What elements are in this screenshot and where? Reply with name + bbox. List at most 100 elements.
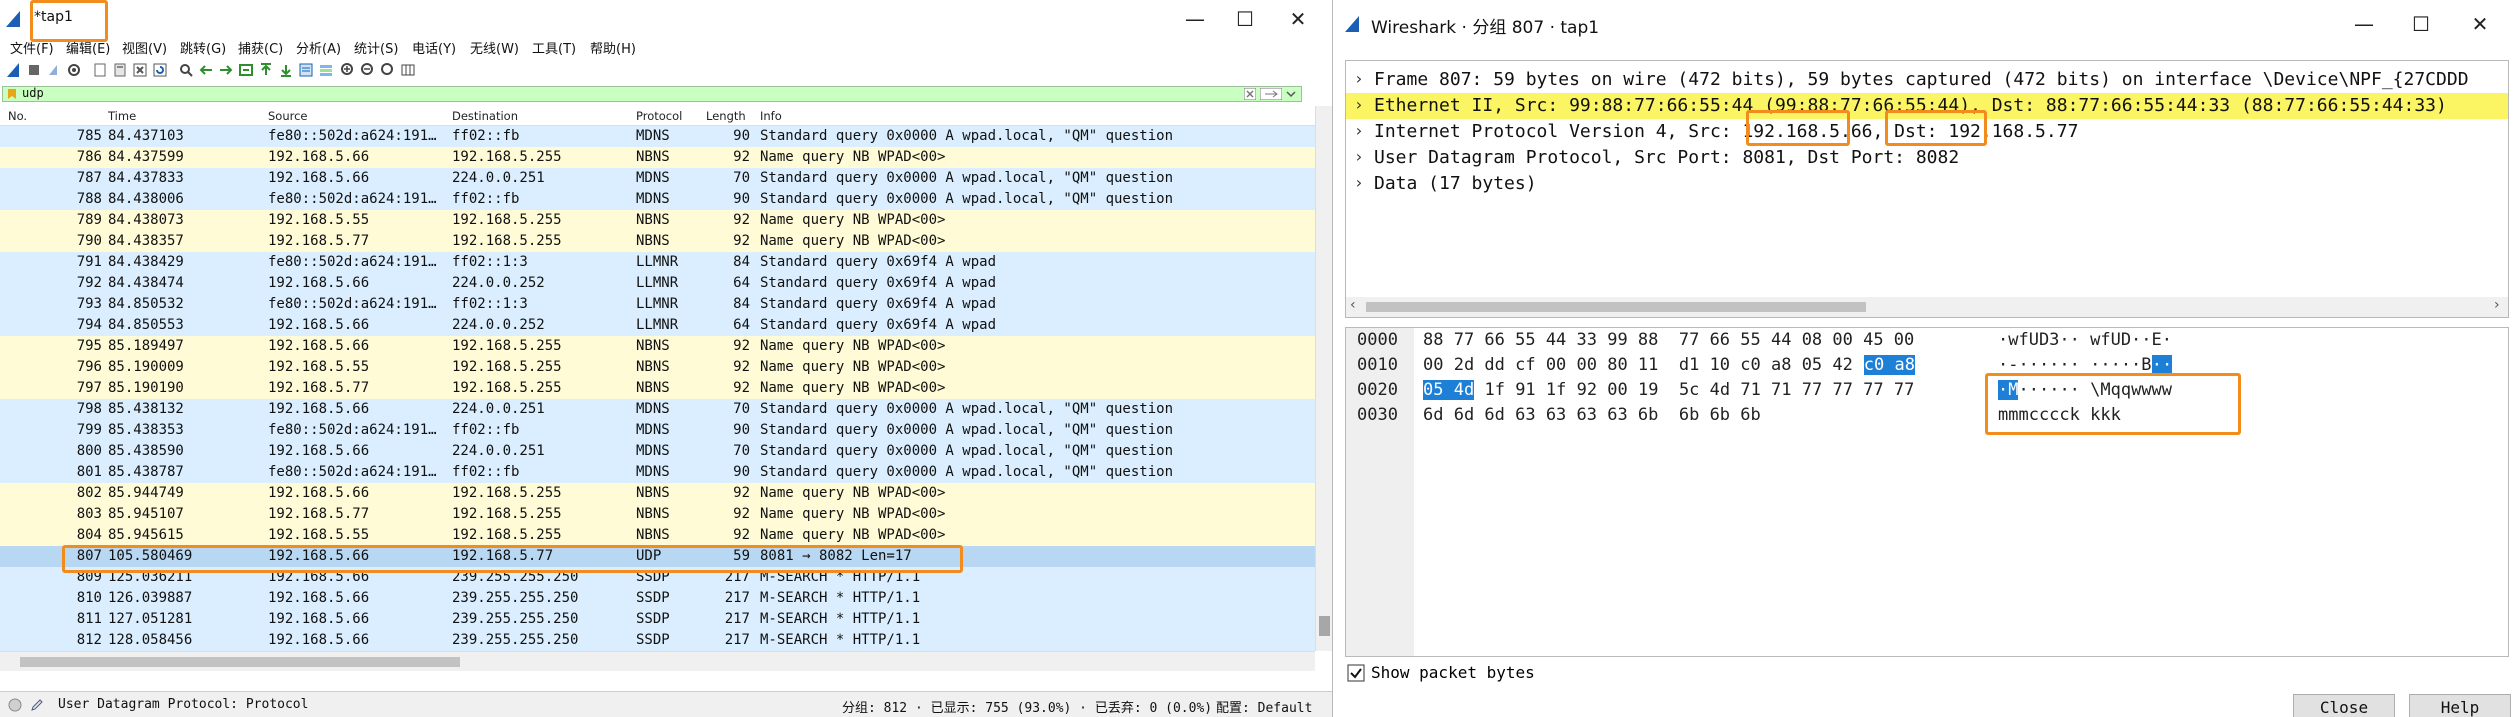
table-row[interactable]: 796 85.190009 192.168.5.55 192.168.5.255 NBN… [0,357,1315,378]
reload-file-icon[interactable] [152,62,168,78]
menu-tools[interactable]: 工具(T) [532,38,576,57]
apply-filter-icon[interactable] [1260,88,1282,100]
edit-comment-icon[interactable] [30,698,44,712]
minimize-button[interactable]: — [1170,0,1220,38]
col-time[interactable]: Time [108,109,136,123]
zoom-out-icon[interactable] [360,62,376,78]
table-row[interactable]: 794 84.850553 192.168.5.66 224.0.0.252 LLMNR… [0,315,1315,336]
menu-help[interactable]: 帮助(H) [590,38,636,57]
table-row[interactable]: 793 84.850532 fe80::502d:a624:191… ff02::1:… [0,294,1315,315]
hscroll-thumb[interactable] [20,657,460,667]
hex-bytes[interactable]: 00 2d dd cf 00 00 80 11 d1 10 c0 a8 05 4… [1423,355,1863,375]
hex-bytes[interactable]: 1f 91 1f 92 00 19 5c 4d 71 71 77 77 77 7… [1474,380,1914,400]
col-destination[interactable]: Destination [452,109,518,123]
details-hscroll[interactable]: ‹ › [1346,297,2508,317]
table-row[interactable]: 792 84.438474 192.168.5.66 224.0.0.252 LLMNR… [0,273,1315,294]
col-length[interactable]: Length [706,109,746,123]
capture-options-icon[interactable] [66,62,82,78]
menu-file[interactable]: 文件(F) [10,38,54,57]
menu-telephony[interactable]: 电话(Y) [412,38,456,57]
open-file-icon[interactable] [92,62,108,78]
table-row[interactable]: 811 127.051281 192.168.5.66 239.255.255.250… [0,609,1315,630]
stop-capture-icon[interactable] [26,62,42,78]
find-packet-icon[interactable] [178,62,194,78]
table-row[interactable]: 812 128.058456 192.168.5.66 239.255.255.250… [0,630,1315,651]
tree-item[interactable]: › Data (17 bytes) [1346,171,2508,197]
hex-bytes-selected[interactable]: 05 4d [1423,380,1475,400]
zoom-in-icon[interactable] [340,62,356,78]
colorize-icon[interactable] [318,62,334,78]
table-row[interactable]: 790 84.438357 192.168.5.77 192.168.5.255 NBN… [0,231,1315,252]
expand-arrow-icon[interactable]: › [1354,147,1364,166]
ascii-bytes-selected[interactable]: ·· [2151,355,2173,375]
status-profile[interactable]: 配置: Default [1216,697,1312,716]
go-back-icon[interactable] [198,62,214,78]
col-source[interactable]: Source [268,109,308,123]
menu-wireless[interactable]: 无线(W) [470,38,519,57]
col-no[interactable]: No. [8,109,27,123]
first-packet-icon[interactable] [258,62,274,78]
menu-go[interactable]: 跳转(G) [180,38,226,57]
table-row[interactable]: 803 85.945107 192.168.5.77 192.168.5.255 NBN… [0,504,1315,525]
display-filter-input[interactable] [2,86,1302,102]
packet-list-vscroll[interactable] [1315,106,1332,651]
ascii-bytes[interactable]: ·-······ ·····B [1998,355,2152,375]
go-to-packet-icon[interactable] [238,62,254,78]
vscroll-thumb[interactable] [1319,616,1330,636]
table-row[interactable]: 785 84.437103 fe80::502d:a624:191… ff02::fb… [0,126,1315,147]
table-row[interactable]: 786 84.437599 192.168.5.66 192.168.5.255 NBN… [0,147,1315,168]
table-row[interactable]: 804 85.945615 192.168.5.55 192.168.5.255 NBN… [0,525,1315,546]
col-protocol[interactable]: Protocol [636,109,682,123]
restart-capture-icon[interactable] [46,62,62,78]
maximize-button[interactable]: ☐ [1220,0,1270,38]
minimize-button[interactable]: — [2339,5,2389,43]
hex-bytes-selected[interactable]: c0 a8 [1863,355,1915,375]
menu-view[interactable]: 视图(V) [122,38,167,57]
packet-list-hscroll[interactable] [0,651,1315,671]
start-capture-icon[interactable] [6,62,22,78]
ascii-bytes[interactable]: ·wfUD3·· wfUD··E· [1998,330,2172,350]
table-row[interactable]: 801 85.438787 fe80::502d:a624:191… ff02::fb… [0,462,1315,483]
table-row[interactable]: 791 84.438429 fe80::502d:a624:191… ff02::1:… [0,252,1315,273]
table-row[interactable]: 799 85.438353 fe80::502d:a624:191… ff02::fb… [0,420,1315,441]
filter-dropdown-icon[interactable] [1284,88,1298,100]
hex-bytes[interactable]: 6d 6d 6d 63 63 63 63 6b 6b 6b 6b [1423,405,1761,425]
bookmark-icon[interactable] [6,88,18,100]
expand-arrow-icon[interactable]: › [1354,173,1364,192]
menu-edit[interactable]: 编辑(E) [66,38,110,57]
table-row[interactable]: 800 85.438590 192.168.5.66 224.0.0.251 MDNS 7… [0,441,1315,462]
expand-arrow-icon[interactable]: › [1354,95,1364,114]
expert-info-icon[interactable] [8,698,22,712]
close-button[interactable]: ✕ [2455,5,2505,43]
last-packet-icon[interactable] [278,62,294,78]
menu-statistics[interactable]: 统计(S) [354,38,398,57]
save-file-icon[interactable] [112,62,128,78]
table-row[interactable]: 798 85.438132 192.168.5.66 224.0.0.251 MDNS 7… [0,399,1315,420]
close-dialog-button[interactable]: Close [2293,694,2395,717]
go-forward-icon[interactable] [218,62,234,78]
normal-size-icon[interactable] [380,62,396,78]
expand-arrow-icon[interactable]: › [1354,69,1364,88]
scroll-right-icon[interactable]: › [2494,297,2500,313]
table-row[interactable]: 788 84.438006 fe80::502d:a624:191… ff02::fb… [0,189,1315,210]
help-button[interactable]: Help [2409,694,2511,717]
tree-item[interactable]: › Frame 807: 59 bytes on wire (472 bits),… [1346,67,2508,93]
col-info[interactable]: Info [760,109,782,123]
menu-analyze[interactable]: 分析(A) [296,38,341,57]
details-hscroll-thumb[interactable] [1366,302,1866,312]
close-file-icon[interactable] [132,62,148,78]
checkbox-checked-icon[interactable] [1347,664,1365,682]
resize-columns-icon[interactable] [400,62,416,78]
table-row[interactable]: 797 85.190190 192.168.5.77 192.168.5.255 NBN… [0,378,1315,399]
auto-scroll-icon[interactable] [298,62,314,78]
table-row[interactable]: 802 85.944749 192.168.5.66 192.168.5.255 NBN… [0,483,1315,504]
table-row[interactable]: 787 84.437833 192.168.5.66 224.0.0.251 MDNS 7… [0,168,1315,189]
close-button[interactable]: ✕ [1273,0,1323,38]
menu-capture[interactable]: 捕获(C) [238,38,283,57]
hex-bytes[interactable]: 88 77 66 55 44 33 99 88 77 66 55 44 08 0… [1423,330,1914,350]
tree-item[interactable]: › User Datagram Protocol, Src Port: 8081,… [1346,145,2508,171]
clear-filter-icon[interactable] [1244,88,1256,100]
table-row[interactable]: 789 84.438073 192.168.5.55 192.168.5.255 NBN… [0,210,1315,231]
maximize-button[interactable]: ☐ [2396,5,2446,43]
table-row[interactable]: 795 85.189497 192.168.5.66 192.168.5.255 NBN… [0,336,1315,357]
